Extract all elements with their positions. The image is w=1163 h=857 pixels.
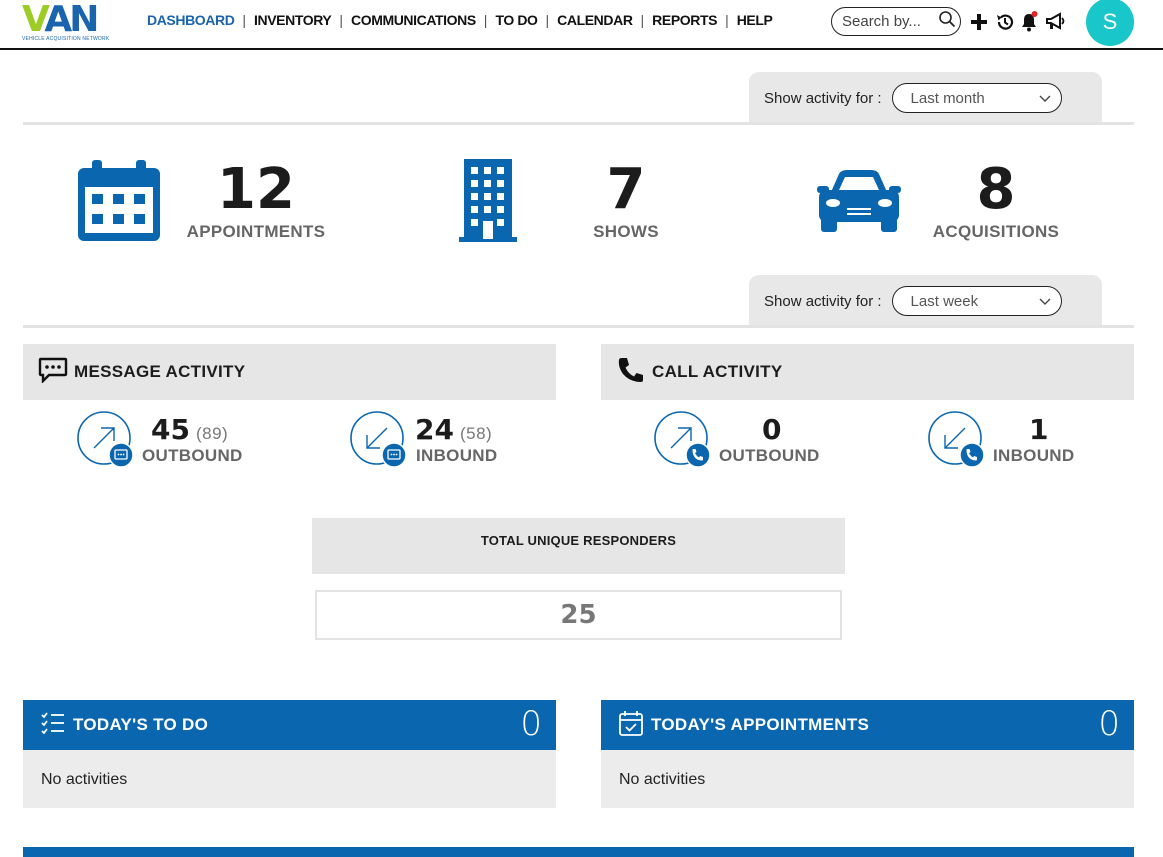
nav-todo[interactable]: TO DO [495,12,537,28]
appointments-count: 12 [217,157,295,222]
divider [23,122,1134,125]
appointments-today-count: 0 [1098,704,1120,744]
call-activity-header: CALL ACTIVITY [601,344,1134,400]
todo-empty-message: No activities [23,750,556,808]
panel-title: MESSAGE ACTIVITY [74,362,246,381]
appointments-empty-message: No activities [601,750,1134,808]
divider [23,325,1134,328]
nav-separator: | [545,12,550,28]
message-inbound-count: 24 (58) [415,413,493,446]
filter-label: Show activity for : [764,89,882,107]
appointments-label: APPOINTMENTS [186,222,326,241]
megaphone-icon[interactable] [1045,11,1067,33]
main-nav: DASHBOARD | INVENTORY | COMMUNICATIONS |… [147,12,773,28]
calendar-icon [78,160,160,246]
period-select-bottom[interactable]: Last week [891,286,1062,316]
todays-todo-header[interactable]: TODAY'S TO DO 0 [23,700,556,750]
shows-label: SHOWS [593,222,659,241]
car-icon [817,168,901,239]
message-outbound-total: (89) [195,424,229,443]
chevron-down-icon [1039,90,1051,107]
chevron-down-icon [1039,293,1051,310]
checklist-icon [41,711,65,739]
message-outbound-label: OUTBOUND [142,446,243,465]
message-outbound-count: 45 (89) [151,413,229,446]
nav-separator: | [339,12,343,28]
activity-filter-bottom: Show activity for : Last week [749,275,1102,327]
nav-calendar[interactable]: CALENDAR [557,12,633,28]
nav-communications[interactable]: COMMUNICATIONS [351,12,476,28]
chat-icon [38,357,68,388]
shows-count: 7 [606,157,646,222]
activity-filter-top: Show activity for : Last month [749,72,1102,124]
search-icon[interactable] [938,10,956,33]
message-inbound-label: INBOUND [416,446,498,465]
notification-dot [1031,11,1038,17]
todays-appointments-header[interactable]: TODAY'S APPOINTMENTS 0 [601,700,1134,750]
phone-icon [616,356,646,389]
call-outbound-count: 0 [762,413,782,446]
outbound-call-icon [654,411,711,468]
period-select-top[interactable]: Last month [891,83,1062,113]
nav-reports[interactable]: REPORTS [652,12,717,28]
message-activity-header: MESSAGE ACTIVITY [23,344,556,400]
user-avatar[interactable]: S [1086,0,1134,46]
nav-dashboard[interactable]: DASHBOARD [147,12,235,28]
building-icon [459,159,517,247]
search-input[interactable] [842,13,934,30]
total-unique-responders-title: TOTAL UNIQUE RESPONDERS [312,518,845,574]
search-box[interactable] [831,7,961,36]
acquisitions-count: 8 [976,157,1016,222]
panel-title: TODAY'S APPOINTMENTS [651,715,870,734]
panel-title: CALL ACTIVITY [652,362,783,381]
top-navbar: VAN VEHICLE ACQUISITION NETWORK DASHBOAR… [0,0,1163,50]
message-inbound-total: (58) [459,424,493,443]
plus-icon[interactable] [968,11,990,33]
panel-title: TODAY'S TO DO [73,715,209,734]
nav-separator: | [483,12,488,28]
history-icon[interactable] [994,11,1016,33]
total-unique-responders-value: 25 [315,590,842,640]
nav-separator: | [725,12,729,28]
call-outbound-label: OUTBOUND [719,446,820,465]
call-inbound-count: 1 [1029,413,1049,446]
bell-icon[interactable] [1018,11,1040,33]
van-logo[interactable]: VAN VEHICLE ACQUISITION NETWORK [22,2,126,43]
filter-label: Show activity for : [764,292,882,310]
nav-separator: | [640,12,645,28]
acquisitions-label: ACQUISITIONS [932,222,1060,241]
nav-help[interactable]: HELP [737,12,773,28]
todo-count: 0 [520,704,542,744]
calendar-check-icon [619,710,643,741]
outbound-message-icon [77,411,134,468]
nav-separator: | [242,12,247,28]
logo-tagline: VEHICLE ACQUISITION NETWORK [22,36,110,42]
call-inbound-label: INBOUND [993,446,1075,465]
inbound-message-icon [350,411,407,468]
nav-inventory[interactable]: INVENTORY [254,12,332,28]
inbound-call-icon [928,411,985,468]
next-panel-header [23,847,1134,857]
